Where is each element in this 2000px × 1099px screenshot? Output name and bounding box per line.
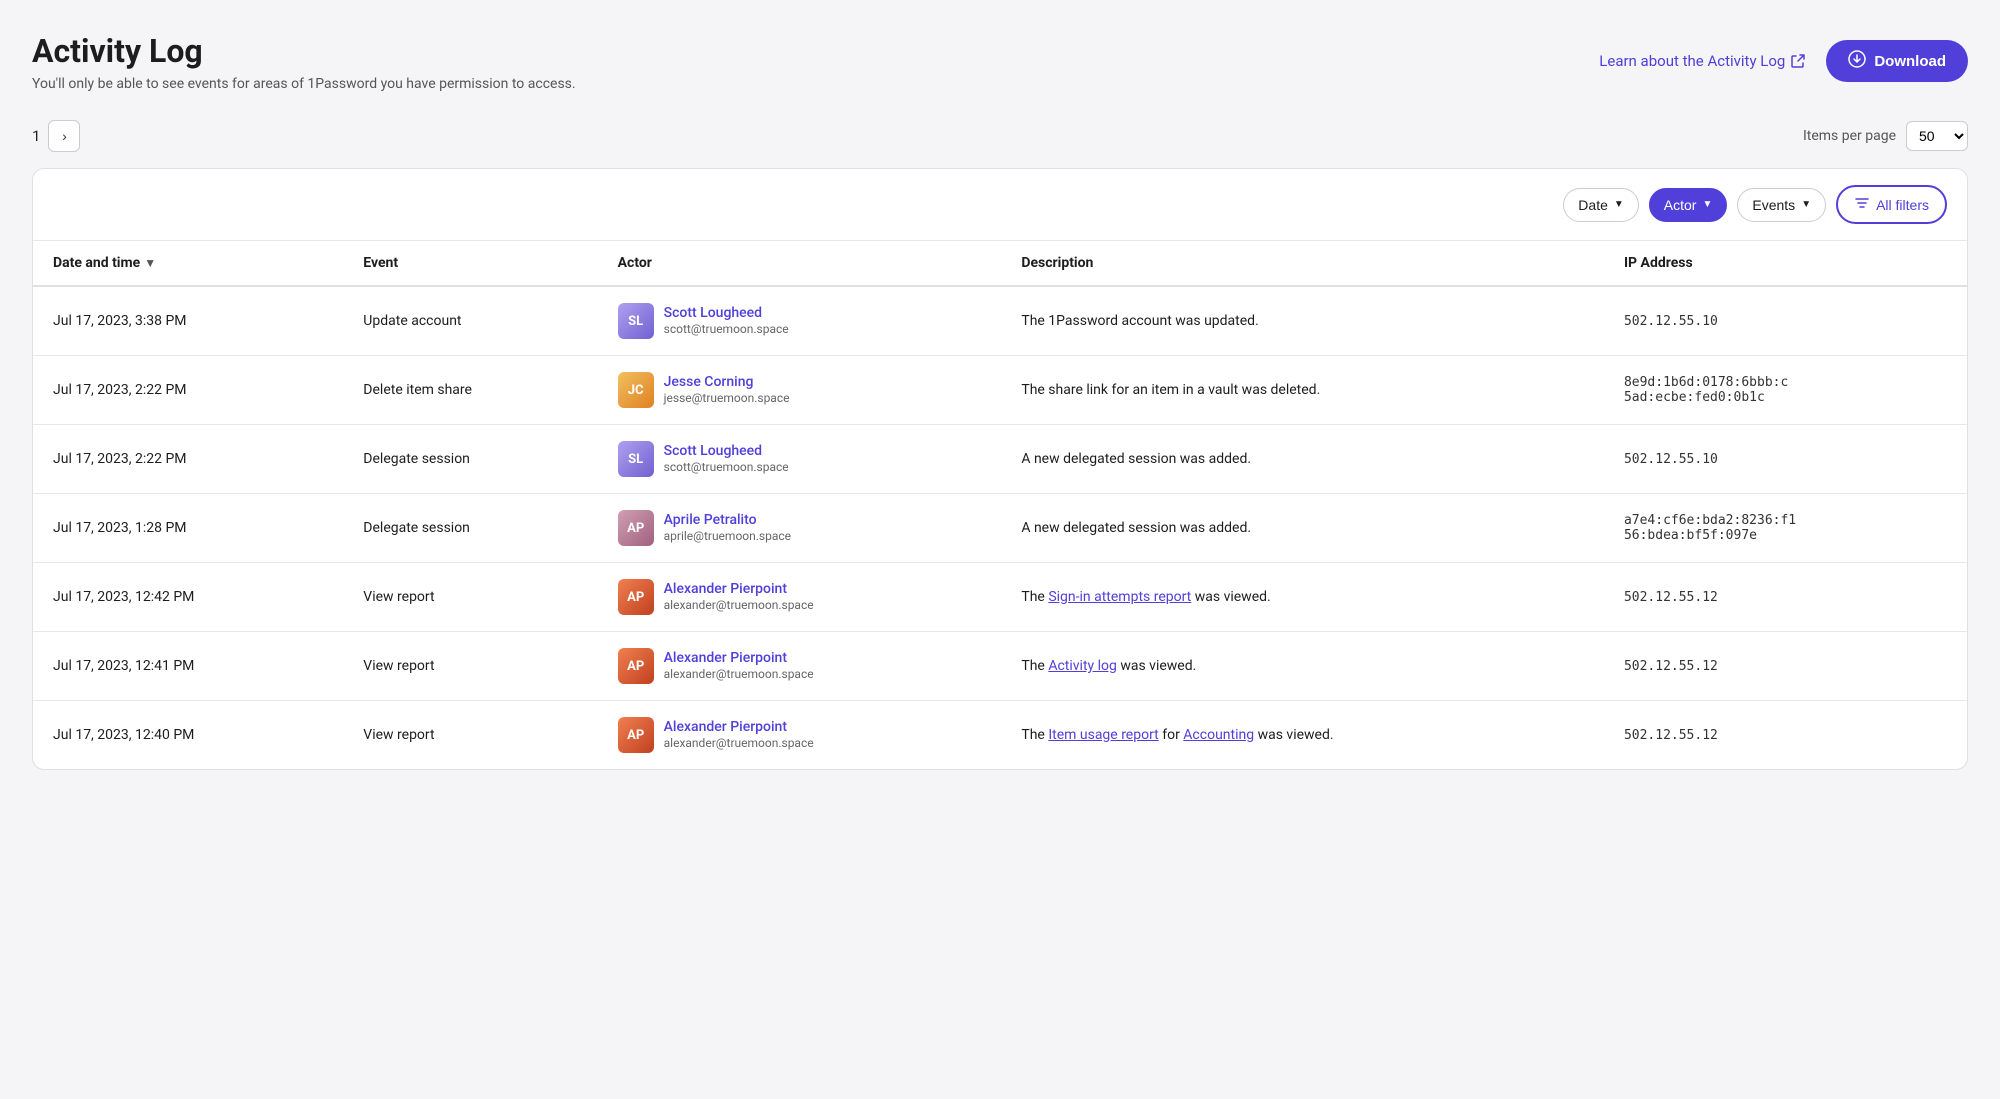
- avatar: AP: [618, 579, 654, 615]
- cell-ip-address: 502.12.55.12: [1604, 563, 1967, 632]
- actor-name-link[interactable]: Aprile Petralito: [664, 512, 791, 528]
- avatar: AP: [618, 717, 654, 753]
- cell-actor: AP Alexander Pierpointalexander@truemoon.…: [598, 701, 1002, 770]
- actor-email: scott@truemoon.space: [664, 322, 789, 336]
- col-description: Description: [1001, 241, 1604, 286]
- next-page-button[interactable]: ›: [48, 120, 80, 152]
- actor-email: aprile@truemoon.space: [664, 529, 791, 543]
- table-row: Jul 17, 2023, 12:40 PMView report AP Alexa…: [33, 701, 1967, 770]
- cell-actor: SL Scott Lougheedscott@truemoon.space: [598, 286, 1002, 356]
- avatar: SL: [618, 303, 654, 339]
- cell-actor: AP Aprile Petralitoaprile@truemoon.space: [598, 494, 1002, 563]
- actor-chevron-icon: ▼: [1702, 199, 1712, 210]
- cell-ip-address: 502.12.55.10: [1604, 425, 1967, 494]
- actor-name-link[interactable]: Jesse Corning: [664, 374, 790, 390]
- actor-name-link[interactable]: Alexander Pierpoint: [664, 719, 814, 735]
- cell-ip-address: 502.12.55.10: [1604, 286, 1967, 356]
- actor-email: alexander@truemoon.space: [664, 736, 814, 750]
- activity-table: Date and time ▼ Event Actor Description …: [33, 241, 1967, 769]
- sort-arrow-icon: ▼: [144, 256, 156, 270]
- cell-actor: AP Alexander Pierpointalexander@truemoon.…: [598, 632, 1002, 701]
- cell-description: A new delegated session was added.: [1001, 425, 1604, 494]
- actor-email: alexander@truemoon.space: [664, 598, 814, 612]
- table-row: Jul 17, 2023, 12:41 PMView report AP Alexa…: [33, 632, 1967, 701]
- col-ip-address: IP Address: [1604, 241, 1967, 286]
- cell-actor: AP Alexander Pierpointalexander@truemoon.…: [598, 563, 1002, 632]
- cell-ip-address: 502.12.55.12: [1604, 701, 1967, 770]
- page-title: Activity Log: [32, 32, 576, 70]
- cell-event: View report: [343, 632, 597, 701]
- date-chevron-icon: ▼: [1614, 199, 1624, 210]
- avatar: SL: [618, 441, 654, 477]
- cell-event: Delegate session: [343, 425, 597, 494]
- cell-date-time: Jul 17, 2023, 12:41 PM: [33, 632, 343, 701]
- actor-name-link[interactable]: Alexander Pierpoint: [664, 650, 814, 666]
- avatar: JC: [618, 372, 654, 408]
- cell-description: A new delegated session was added.: [1001, 494, 1604, 563]
- filter-icon: [1854, 195, 1870, 214]
- cell-event: View report: [343, 701, 597, 770]
- cell-ip-address: 502.12.55.12: [1604, 632, 1967, 701]
- cell-date-time: Jul 17, 2023, 2:22 PM: [33, 356, 343, 425]
- avatar: AP: [618, 510, 654, 546]
- item-usage-report-link[interactable]: Item usage report: [1048, 727, 1158, 743]
- current-page-number: 1: [32, 127, 40, 145]
- cell-description: The Activity log was viewed.: [1001, 632, 1604, 701]
- table-row: Jul 17, 2023, 12:42 PMView report AP Alexa…: [33, 563, 1967, 632]
- actor-name-link[interactable]: Alexander Pierpoint: [664, 581, 814, 597]
- cell-event: Delete item share: [343, 356, 597, 425]
- cell-date-time: Jul 17, 2023, 1:28 PM: [33, 494, 343, 563]
- cell-actor: JC Jesse Corningjesse@truemoon.space: [598, 356, 1002, 425]
- cell-ip-address: a7e4:cf6e:bda2:8236:f156:bdea:bf5f:097e: [1604, 494, 1967, 563]
- col-actor: Actor: [598, 241, 1002, 286]
- actor-email: scott@truemoon.space: [664, 460, 789, 474]
- accounting-link[interactable]: Accounting: [1183, 727, 1254, 743]
- events-filter-button[interactable]: Events ▼: [1737, 188, 1826, 222]
- download-icon: [1848, 50, 1866, 72]
- page-subtitle: You'll only be able to see events for ar…: [32, 76, 576, 92]
- cell-date-time: Jul 17, 2023, 12:42 PM: [33, 563, 343, 632]
- actor-filter-button[interactable]: Actor ▼: [1649, 188, 1728, 222]
- cell-ip-address: 8e9d:1b6d:0178:6bbb:c5ad:ecbe:fed0:0b1c: [1604, 356, 1967, 425]
- cell-date-time: Jul 17, 2023, 3:38 PM: [33, 286, 343, 356]
- cell-description: The Sign-in attempts report was viewed.: [1001, 563, 1604, 632]
- table-row: Jul 17, 2023, 2:22 PMDelegate sessionSLS…: [33, 425, 1967, 494]
- col-event: Event: [343, 241, 597, 286]
- sign-in-attempts-report-link[interactable]: Sign-in attempts report: [1048, 589, 1191, 605]
- items-per-page-select[interactable]: 25 50 100: [1906, 121, 1968, 151]
- cell-event: View report: [343, 563, 597, 632]
- learn-link[interactable]: Learn about the Activity Log: [1599, 52, 1806, 70]
- items-per-page-label: Items per page: [1803, 128, 1896, 144]
- table-row: Jul 17, 2023, 1:28 PMDelegate sessionAPA…: [33, 494, 1967, 563]
- download-button[interactable]: Download: [1826, 40, 1968, 82]
- cell-event: Delegate session: [343, 494, 597, 563]
- activity-log-link[interactable]: Activity log: [1048, 658, 1117, 674]
- activity-log-table-card: Date ▼ Actor ▼ Events ▼ All filters: [32, 168, 1968, 770]
- actor-name-link[interactable]: Scott Lougheed: [664, 305, 789, 321]
- table-row: Jul 17, 2023, 2:22 PMDelete item shareJC…: [33, 356, 1967, 425]
- avatar: AP: [618, 648, 654, 684]
- cell-description: The share link for an item in a vault wa…: [1001, 356, 1604, 425]
- cell-description: The 1Password account was updated.: [1001, 286, 1604, 356]
- col-date-time[interactable]: Date and time ▼: [33, 241, 343, 285]
- cell-description: The Item usage report for Accounting was…: [1001, 701, 1604, 770]
- date-filter-button[interactable]: Date ▼: [1563, 188, 1638, 222]
- filters-bar: Date ▼ Actor ▼ Events ▼ All filters: [33, 169, 1967, 241]
- actor-email: alexander@truemoon.space: [664, 667, 814, 681]
- external-link-icon: [1790, 53, 1806, 69]
- cell-date-time: Jul 17, 2023, 2:22 PM: [33, 425, 343, 494]
- actor-name-link[interactable]: Scott Lougheed: [664, 443, 789, 459]
- cell-event: Update account: [343, 286, 597, 356]
- all-filters-button[interactable]: All filters: [1836, 185, 1947, 224]
- table-row: Jul 17, 2023, 3:38 PMUpdate account SL Sco…: [33, 286, 1967, 356]
- cell-actor: SL Scott Lougheedscott@truemoon.space: [598, 425, 1002, 494]
- actor-email: jesse@truemoon.space: [664, 391, 790, 405]
- events-chevron-icon: ▼: [1801, 199, 1811, 210]
- cell-date-time: Jul 17, 2023, 12:40 PM: [33, 701, 343, 770]
